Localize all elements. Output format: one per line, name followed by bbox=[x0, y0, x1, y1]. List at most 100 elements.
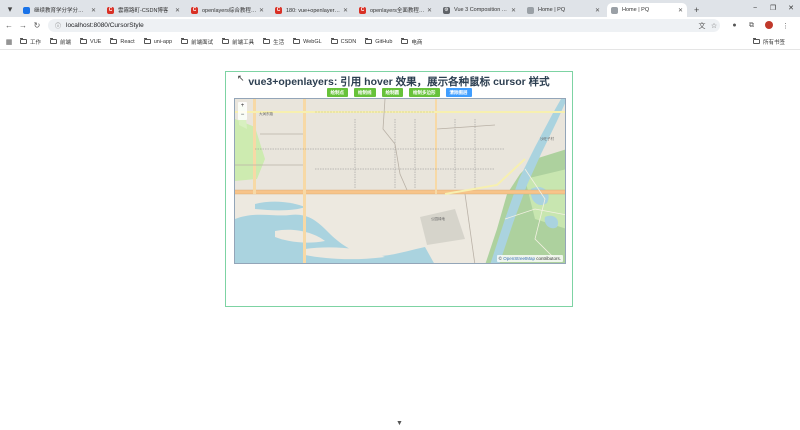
close-tab-icon[interactable]: ✕ bbox=[175, 7, 180, 14]
bookmark-star-icon[interactable]: ☆ bbox=[708, 22, 720, 30]
draw-button[interactable]: 绘制点 bbox=[326, 88, 348, 97]
back-icon[interactable]: ← bbox=[2, 21, 16, 30]
folder-icon bbox=[181, 38, 189, 44]
bookmark-folder[interactable]: 前端工具 bbox=[222, 38, 254, 46]
bookmark-folder[interactable]: WebGL bbox=[293, 38, 322, 45]
folder-icon bbox=[263, 38, 271, 44]
new-tab-button[interactable]: + bbox=[694, 5, 704, 15]
zoom-in-button[interactable]: + bbox=[238, 102, 247, 111]
folder-icon bbox=[80, 38, 88, 44]
osm-link[interactable]: OpenStreetMap bbox=[503, 256, 535, 261]
bookmark-folder[interactable]: 前端 bbox=[50, 38, 71, 46]
draw-button[interactable]: 清除图层 bbox=[445, 88, 472, 97]
browser-tab[interactable]: C 180: vue+openlayers 实 ✕ bbox=[271, 3, 352, 17]
draw-button[interactable]: 绘制线 bbox=[354, 88, 376, 97]
bookmark-folder[interactable]: 生活 bbox=[263, 38, 284, 46]
button-row: 绘制点 绘制线 绘制圆 绘制多边形 清除图层 bbox=[226, 88, 572, 97]
browser-tab[interactable]: Home | PQ ✕ bbox=[607, 3, 687, 17]
tab-favicon-icon bbox=[527, 6, 534, 14]
bookmark-label: CSDN bbox=[340, 38, 357, 45]
page-title: vue3+openlayers: 引用 hover 效果，展示各种鼠标 curs… bbox=[248, 76, 550, 88]
bookmark-folder[interactable]: CSDN bbox=[330, 38, 357, 45]
close-tab-icon[interactable]: ✕ bbox=[427, 7, 432, 14]
tab-title: Vue 3 Composition API bbox=[454, 7, 509, 13]
bookmark-label: WebGL bbox=[303, 38, 322, 45]
bookmark-label: VUE bbox=[90, 38, 102, 45]
folder-icon bbox=[20, 38, 27, 44]
folder-icon bbox=[110, 38, 118, 44]
bookmark-folder[interactable]: React bbox=[110, 38, 135, 45]
browser-tab[interactable]: 继续教育学分学分管理系统✕ bbox=[19, 3, 100, 17]
bookmark-folder[interactable]: 电商 bbox=[401, 38, 422, 46]
scroll-down-icon[interactable]: ▼ bbox=[396, 420, 403, 427]
close-tab-icon[interactable]: ✕ bbox=[595, 7, 600, 14]
tab-favicon-icon bbox=[611, 6, 618, 14]
maximize-button[interactable]: ❐ bbox=[764, 4, 782, 12]
bookmark-folder[interactable]: uni-app bbox=[143, 38, 173, 45]
zoom-out-button[interactable]: − bbox=[238, 111, 247, 120]
bookmark-folder[interactable]: VUE bbox=[80, 38, 102, 45]
folder-icon bbox=[222, 38, 230, 44]
url-text[interactable]: localhost:8080/CursorStyle bbox=[66, 22, 696, 29]
map-label-road: 大涧东路 bbox=[259, 112, 273, 116]
close-tab-icon[interactable]: ✕ bbox=[678, 7, 683, 14]
map-attribution: © OpenStreetMap contributors. bbox=[496, 255, 563, 262]
bookmark-label: 前端工具 bbox=[232, 39, 255, 46]
forward-icon[interactable]: → bbox=[16, 21, 30, 30]
map-label-area: 公园绿地 bbox=[431, 217, 445, 221]
browser-tab[interactable]: Copenlayers全面教程300 ✕ bbox=[355, 3, 436, 17]
tab-title: 雲霧路町-CSDN博客 bbox=[118, 8, 169, 14]
draw-button[interactable]: 绘制多边形 bbox=[409, 88, 440, 97]
tab-favicon-icon bbox=[23, 6, 30, 14]
close-window-button[interactable]: ✕ bbox=[782, 4, 800, 12]
bookmark-folder[interactable]: 前端面试 bbox=[181, 38, 213, 46]
toolbar-right: ● ⧉ ⋮ bbox=[726, 19, 794, 32]
folder-icon bbox=[365, 38, 373, 44]
apps-grid-icon[interactable]: ▦ bbox=[4, 38, 14, 46]
all-bookmarks[interactable]: 所有书签 bbox=[752, 34, 785, 49]
extensions-puzzle-icon[interactable]: ⧉ bbox=[743, 22, 760, 30]
map-label-district: 沙旺子村 bbox=[540, 137, 554, 141]
minimize-button[interactable]: − bbox=[746, 5, 764, 12]
draw-button[interactable]: 绘制圆 bbox=[381, 88, 403, 97]
bookmark-folder[interactable]: 工作 bbox=[20, 38, 41, 46]
folder-icon bbox=[401, 38, 409, 44]
close-tab-icon[interactable]: ✕ bbox=[343, 7, 348, 14]
browser-tab[interactable]: Home | PQ ✕ bbox=[523, 3, 604, 17]
bookmark-folder[interactable]: GitHub bbox=[365, 38, 393, 45]
demo-container: ↖ vue3+openlayers: 引用 hover 效果，展示各种鼠标 cu… bbox=[225, 71, 573, 307]
close-tab-icon[interactable]: ✕ bbox=[259, 7, 264, 14]
extension-icon[interactable]: ● bbox=[726, 22, 743, 29]
tab-favicon-icon: C bbox=[107, 6, 114, 14]
bookmark-label: uni-app bbox=[153, 38, 173, 45]
bookmark-label: 生活 bbox=[273, 39, 285, 46]
zoom-control: + − bbox=[238, 102, 247, 120]
browser-tab[interactable]: ⚙ Vue 3 Composition API ✕ bbox=[439, 3, 520, 17]
tab-search-icon[interactable]: ▾ bbox=[3, 2, 17, 16]
tab-title: 180: vue+openlayers 实 bbox=[286, 8, 341, 14]
map-view[interactable]: 大涧东路 沙旺子村 公园绿地 + − © OpenStreetMap contr… bbox=[234, 98, 566, 264]
bookmark-label: GitHub bbox=[375, 38, 393, 45]
reload-icon[interactable]: ↻ bbox=[30, 21, 44, 30]
folder-icon bbox=[293, 38, 301, 44]
address-bar[interactable]: ⓘ localhost:8080/CursorStyle 文 ☆ bbox=[48, 19, 720, 32]
tab-title: Home | PQ bbox=[538, 7, 566, 13]
tab-list: 继续教育学分学分管理系统✕C雲霧路町-CSDN博客✕Copenlayers综合教… bbox=[19, 3, 690, 17]
profile-avatar[interactable] bbox=[760, 20, 777, 31]
tab-favicon-icon: C bbox=[191, 6, 198, 14]
menu-kebab-icon[interactable]: ⋮ bbox=[777, 22, 794, 30]
bookmark-label: React bbox=[120, 38, 135, 45]
folder-icon bbox=[143, 38, 151, 44]
site-info-icon[interactable]: ⓘ bbox=[54, 21, 62, 30]
tab-strip: ▾ 继续教育学分学分管理系统✕C雲霧路町-CSDN博客✕Copenlayers综… bbox=[0, 0, 800, 17]
folder-icon bbox=[330, 38, 338, 44]
close-tab-icon[interactable]: ✕ bbox=[511, 7, 516, 14]
browser-tab[interactable]: Copenlayers综合教程300 ✕ bbox=[187, 3, 268, 17]
bookmarks-bar: ▦ 工作 前端 VUE React uni-app 前端面试 前端工具 生活 WebGL CSDN… bbox=[0, 34, 800, 50]
window-controls: − ❐ ✕ bbox=[746, 0, 800, 16]
folder-icon bbox=[752, 38, 760, 44]
browser-toolbar: ← → ↻ ⓘ localhost:8080/CursorStyle 文 ☆ ●… bbox=[0, 17, 800, 34]
close-tab-icon[interactable]: ✕ bbox=[91, 7, 96, 14]
translate-icon[interactable]: 文 bbox=[696, 21, 708, 31]
browser-tab[interactable]: C 雲霧路町-CSDN博客 ✕ bbox=[103, 3, 184, 17]
